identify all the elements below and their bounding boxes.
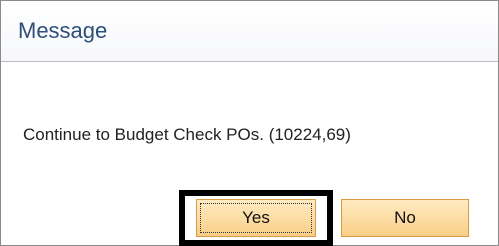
no-button[interactable]: No — [341, 199, 469, 237]
no-button-label: No — [394, 208, 416, 227]
focus-ring — [200, 203, 312, 233]
yes-button[interactable]: Yes — [196, 199, 316, 237]
dialog-title: Message — [18, 18, 108, 43]
dialog-message: Continue to Budget Check POs. (10224,69) — [23, 125, 351, 144]
dialog-header: Message — [1, 1, 498, 62]
